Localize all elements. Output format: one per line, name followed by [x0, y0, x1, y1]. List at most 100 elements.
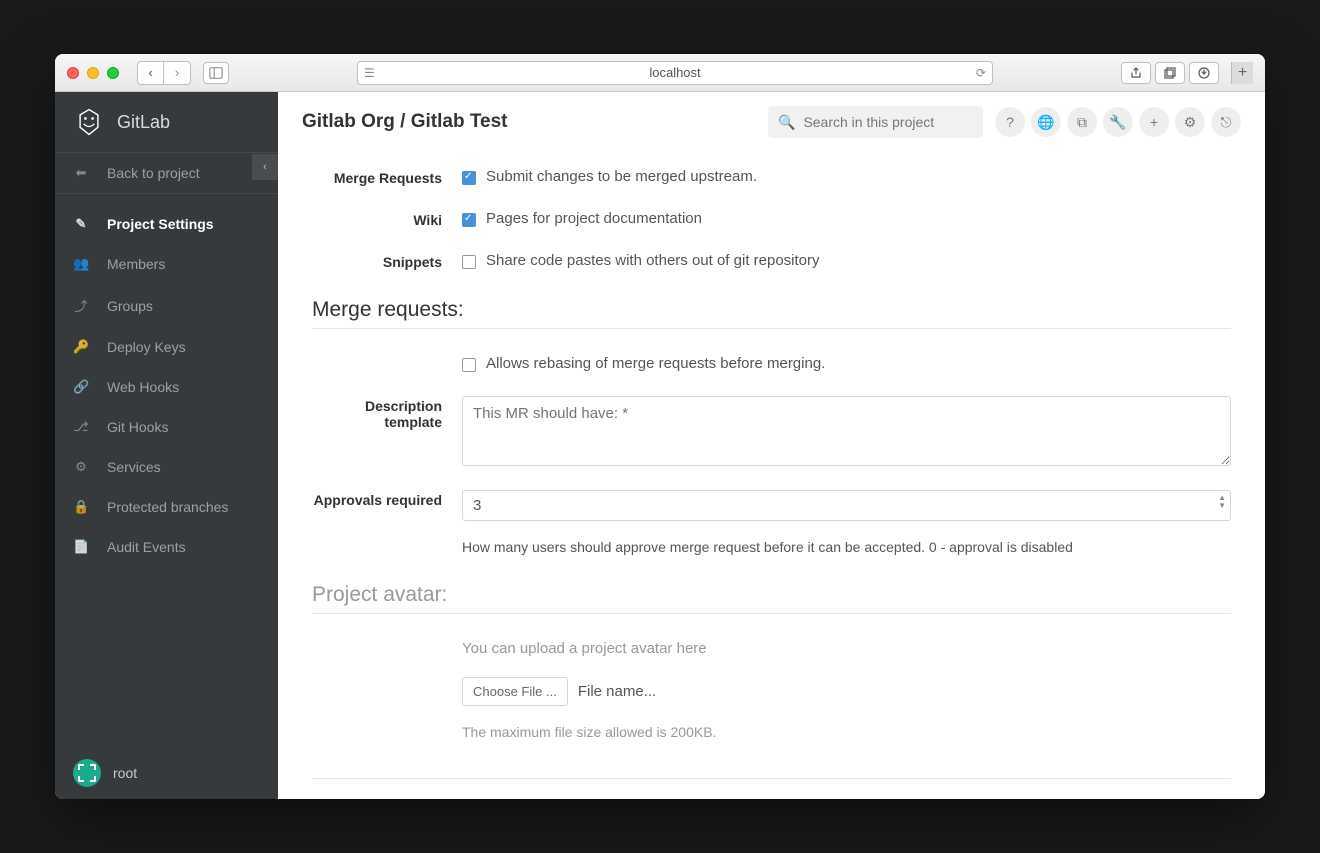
- wrench-icon: 🔧: [1109, 114, 1126, 131]
- collapse-sidebar-button[interactable]: ‹: [252, 154, 278, 180]
- url-text: localhost: [649, 65, 700, 80]
- approvals-help: How many users should approve merge requ…: [462, 539, 1231, 555]
- nav-arrows: ‹ ›: [137, 61, 191, 85]
- back-button[interactable]: ‹: [138, 62, 164, 84]
- sidebar-item-label: Git Hooks: [107, 419, 168, 435]
- feature-desc: Share code pastes with others out of git…: [486, 252, 820, 269]
- feature-desc: Submit changes to be merged upstream.: [486, 168, 757, 185]
- sidebar-item-project-settings[interactable]: ✎ Project Settings: [55, 204, 278, 244]
- minimize-window-button[interactable]: [87, 67, 99, 79]
- reader-icon: ☰: [364, 66, 375, 80]
- link-icon: 🔗: [73, 379, 89, 395]
- rebase-checkbox[interactable]: [462, 358, 476, 372]
- sidebar-item-label: Web Hooks: [107, 379, 179, 395]
- approvals-input[interactable]: 3 ▲▼: [462, 490, 1231, 521]
- sidebar-item-deploy-keys[interactable]: 🔑 Deploy Keys: [55, 327, 278, 367]
- choose-file-button[interactable]: Choose File ...: [462, 677, 568, 706]
- sidebar-header: GitLab: [55, 92, 278, 152]
- stepper-arrows-icon[interactable]: ▲▼: [1218, 494, 1226, 510]
- desc-template-label: Description template: [312, 396, 462, 430]
- avatar-heading: Project avatar:: [312, 567, 1231, 614]
- settings-form: Merge Requests Submit changes to be merg…: [278, 152, 1265, 799]
- app-content: GitLab ‹ ⬅ Back to project ✎ Project Set…: [55, 92, 1265, 799]
- sidebar-back-label: Back to project: [107, 165, 200, 181]
- members-icon: 👥: [73, 256, 89, 272]
- downloads-button[interactable]: [1189, 62, 1219, 84]
- sidebar-item-audit-events[interactable]: 📄 Audit Events: [55, 527, 278, 567]
- help-button[interactable]: ?: [995, 107, 1025, 137]
- question-icon: ?: [1006, 114, 1014, 130]
- settings-button[interactable]: ⚙: [1175, 107, 1205, 137]
- sidebar-item-label: Audit Events: [107, 539, 186, 555]
- sidebar-item-members[interactable]: 👥 Members: [55, 244, 278, 284]
- plus-icon: +: [1150, 114, 1158, 130]
- project-search[interactable]: 🔍: [768, 106, 983, 138]
- sidebar-back[interactable]: ⬅ Back to project: [55, 152, 278, 193]
- share-button[interactable]: [1121, 62, 1151, 84]
- approvals-value: 3: [473, 497, 481, 514]
- description-template-input[interactable]: [462, 396, 1231, 466]
- tabs-button[interactable]: [1155, 62, 1185, 84]
- sidebar-item-web-hooks[interactable]: 🔗 Web Hooks: [55, 367, 278, 407]
- merge-requests-checkbox[interactable]: [462, 171, 476, 185]
- search-icon: 🔍: [778, 114, 795, 131]
- feature-merge-requests: Merge Requests Submit changes to be merg…: [312, 156, 1231, 198]
- edit-icon: ✎: [73, 216, 89, 232]
- sidebar-item-label: Deploy Keys: [107, 339, 186, 355]
- user-avatar-icon: [73, 759, 101, 787]
- reload-icon[interactable]: ⟳: [976, 66, 986, 80]
- browser-titlebar: ‹ › ☰ localhost ⟳ +: [55, 54, 1265, 92]
- traffic-lights: [67, 67, 119, 79]
- gear-icon: ⚙: [1184, 114, 1197, 131]
- maximize-window-button[interactable]: [107, 67, 119, 79]
- sidebar-item-label: Protected branches: [107, 499, 228, 515]
- desc-template-row: Description template: [312, 384, 1231, 478]
- save-row: Save changes: [312, 797, 1231, 799]
- feature-snippets: Snippets Share code pastes with others o…: [312, 240, 1231, 282]
- share-icon: ⤴: [73, 296, 89, 315]
- copy-icon: ⧉: [1077, 114, 1087, 131]
- sidebar-item-git-hooks[interactable]: ⎇ Git Hooks: [55, 407, 278, 447]
- public-button[interactable]: 🌐: [1031, 107, 1061, 137]
- feature-desc: Pages for project documentation: [486, 210, 702, 227]
- feature-label: Merge Requests: [312, 168, 462, 186]
- wiki-checkbox[interactable]: [462, 213, 476, 227]
- rebase-desc: Allows rebasing of merge requests before…: [486, 355, 825, 372]
- sidebar-item-label: Services: [107, 459, 161, 475]
- snippets-checkbox[interactable]: [462, 255, 476, 269]
- sidebar-toggle-button[interactable]: [203, 62, 229, 84]
- form-divider: [312, 778, 1231, 779]
- feature-label: Snippets: [312, 252, 462, 270]
- new-tab-button[interactable]: +: [1231, 62, 1253, 84]
- topbar: Gitlab Org / Gitlab Test 🔍 ? 🌐 ⧉ 🔧 + ⚙ ⎋: [278, 92, 1265, 152]
- sidebar-item-protected-branches[interactable]: 🔒 Protected branches: [55, 487, 278, 527]
- cogs-icon: ⚙: [73, 459, 89, 475]
- main-panel: Gitlab Org / Gitlab Test 🔍 ? 🌐 ⧉ 🔧 + ⚙ ⎋: [278, 92, 1265, 799]
- git-icon: ⎇: [73, 419, 89, 435]
- key-icon: 🔑: [73, 339, 89, 355]
- url-bar[interactable]: ☰ localhost ⟳: [357, 61, 993, 85]
- new-button[interactable]: +: [1139, 107, 1169, 137]
- brand-label: GitLab: [117, 112, 170, 133]
- sidebar-user[interactable]: root: [55, 747, 278, 799]
- back-icon: ⬅: [73, 165, 89, 181]
- avatar-hint: You can upload a project avatar here: [462, 640, 707, 657]
- globe-icon: 🌐: [1037, 114, 1054, 131]
- sidebar-item-groups[interactable]: ⤴ Groups: [55, 284, 278, 327]
- sidebar-item-services[interactable]: ⚙ Services: [55, 447, 278, 487]
- search-input[interactable]: [803, 114, 984, 130]
- copy-button[interactable]: ⧉: [1067, 107, 1097, 137]
- signout-button[interactable]: ⎋: [1211, 107, 1241, 137]
- merge-requests-heading: Merge requests:: [312, 282, 1231, 329]
- feature-wiki: Wiki Pages for project documentation: [312, 198, 1231, 240]
- forward-button[interactable]: ›: [164, 62, 190, 84]
- admin-button[interactable]: 🔧: [1103, 107, 1133, 137]
- lock-icon: 🔒: [73, 499, 89, 515]
- close-window-button[interactable]: [67, 67, 79, 79]
- sidebar: GitLab ‹ ⬅ Back to project ✎ Project Set…: [55, 92, 278, 799]
- approvals-label: Approvals required: [312, 490, 462, 508]
- signout-icon: ⎋: [1220, 114, 1231, 131]
- avatar-row: You can upload a project avatar here Cho…: [312, 628, 1231, 752]
- rebase-row: Allows rebasing of merge requests before…: [312, 343, 1231, 384]
- sidebar-item-label: Members: [107, 256, 165, 272]
